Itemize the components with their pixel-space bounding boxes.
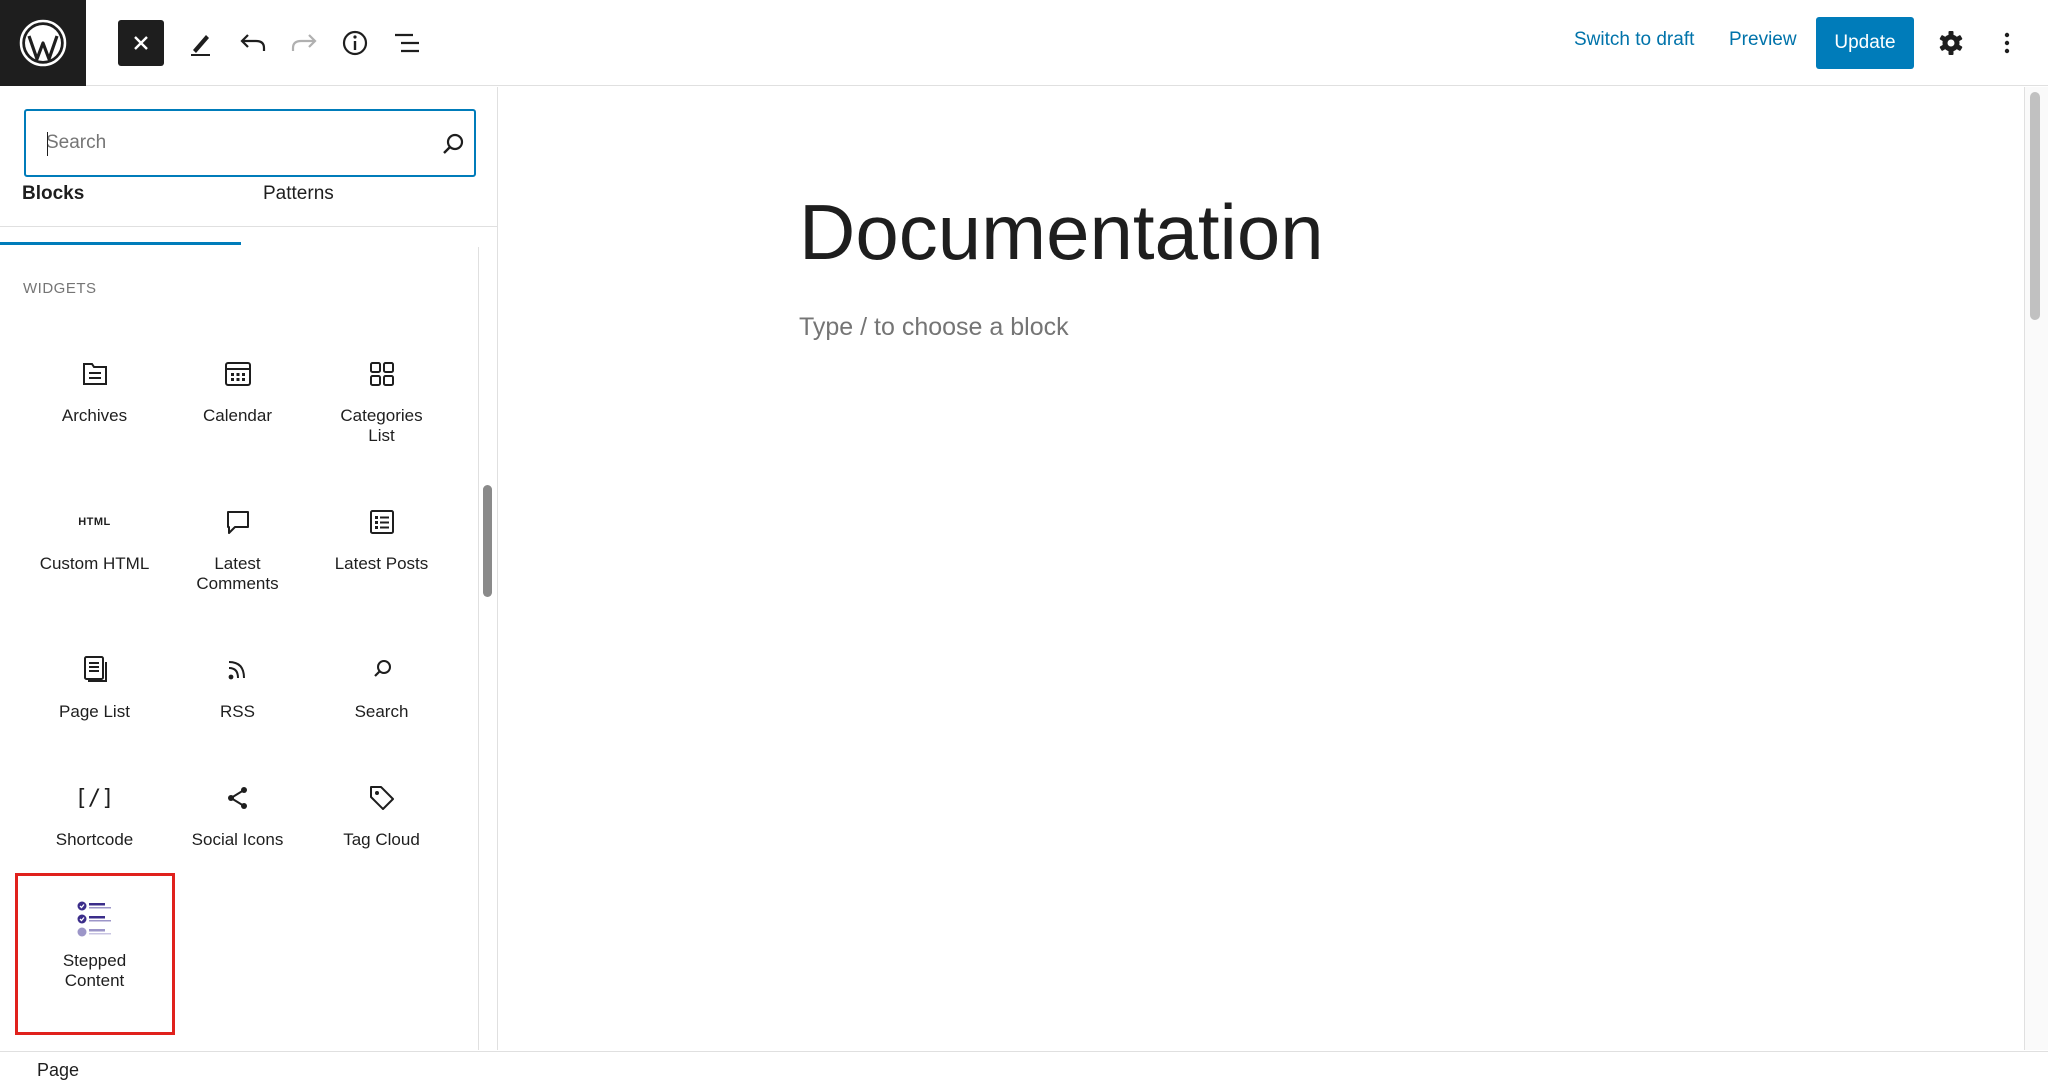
editor-canvas: Documentation Type / to choose a block <box>499 87 2023 1050</box>
gear-icon <box>1939 31 1963 55</box>
page-list-icon <box>83 656 107 682</box>
tab-patterns[interactable]: Patterns <box>263 183 334 205</box>
more-vertical-icon <box>2004 32 2010 54</box>
tools-button[interactable] <box>178 20 224 66</box>
update-button[interactable]: Update <box>1816 17 1914 69</box>
calendar-icon <box>224 362 251 386</box>
block-rss[interactable]: RSS <box>166 650 309 722</box>
breadcrumb-page[interactable]: Page <box>37 1060 79 1081</box>
list-view-icon <box>395 33 419 53</box>
search-icon <box>373 660 391 677</box>
block-label: Latest Comments <box>196 554 279 593</box>
inserter-tabs: Blocks Patterns <box>0 87 497 245</box>
block-categories-list[interactable]: Categories List <box>310 354 453 446</box>
post-list-icon <box>369 510 394 534</box>
details-button[interactable] <box>332 20 378 66</box>
block-tag-cloud[interactable]: Tag Cloud <box>310 778 453 850</box>
html-icon: HTML <box>78 516 111 528</box>
close-inserter-button[interactable] <box>118 20 164 66</box>
block-label: Social Icons <box>191 830 284 849</box>
inserter-scrollbar-thumb[interactable] <box>483 485 492 597</box>
block-label: Search <box>354 702 409 721</box>
block-calendar[interactable]: Calendar <box>166 354 309 426</box>
undo-button[interactable] <box>230 20 276 66</box>
block-custom-html[interactable]: HTML Custom HTML <box>23 502 166 574</box>
stepped-content-icon <box>77 901 111 937</box>
preview-button[interactable]: Preview <box>1729 29 1797 51</box>
switch-to-draft-button[interactable]: Switch to draft <box>1574 29 1694 51</box>
category-heading: WIDGETS <box>23 280 97 297</box>
wordpress-icon <box>19 19 67 67</box>
block-page-list[interactable]: Page List <box>23 650 166 722</box>
redo-button[interactable] <box>281 20 327 66</box>
block-label: Archives <box>61 406 128 425</box>
archive-icon <box>82 363 107 385</box>
info-icon <box>342 30 368 56</box>
block-label: Page List <box>59 702 130 721</box>
categories-icon <box>369 362 394 386</box>
active-tab-indicator <box>0 242 241 245</box>
tab-blocks[interactable]: Blocks <box>22 183 84 205</box>
block-inserter-panel: Blocks Patterns WIDGETS Archives Calenda… <box>0 87 498 1050</box>
block-appender-placeholder[interactable]: Type / to choose a block <box>799 313 1069 342</box>
block-latest-comments[interactable]: Latest Comments <box>166 502 309 594</box>
editor-header: Switch to draft Preview Update <box>0 0 2048 86</box>
wordpress-logo[interactable] <box>0 0 86 86</box>
settings-button[interactable] <box>1928 20 1974 66</box>
editor-scrollbar-thumb[interactable] <box>2030 92 2040 320</box>
block-latest-posts[interactable]: Latest Posts <box>310 502 453 574</box>
block-label: Calendar <box>203 406 272 425</box>
block-search[interactable]: Search <box>310 650 453 722</box>
inserter-scrollbar-track[interactable] <box>478 247 497 1050</box>
block-stepped-content[interactable]: Stepped Content <box>23 899 166 991</box>
redo-icon <box>291 34 317 51</box>
rss-icon <box>228 661 245 680</box>
block-label: Shortcode <box>55 830 134 849</box>
comment-icon <box>226 511 249 534</box>
block-label: Categories List <box>340 406 423 445</box>
block-label: Latest Posts <box>334 554 429 573</box>
undo-icon <box>240 34 266 51</box>
options-button[interactable] <box>1984 20 2030 66</box>
block-label: Tag Cloud <box>343 830 420 849</box>
block-label: Custom HTML <box>39 554 150 573</box>
block-breadcrumb-bar: Page <box>0 1051 2048 1087</box>
block-archives[interactable]: Archives <box>23 354 166 426</box>
post-title[interactable]: Documentation <box>799 187 1324 278</box>
share-icon <box>227 787 247 809</box>
block-social-icons[interactable]: Social Icons <box>166 778 309 850</box>
list-view-button[interactable] <box>384 20 430 66</box>
block-shortcode[interactable]: [/] Shortcode <box>23 778 166 850</box>
tag-icon <box>369 786 394 810</box>
block-label: Stepped Content <box>62 951 127 990</box>
pencil-icon <box>191 35 210 56</box>
close-icon <box>134 36 148 50</box>
block-label: RSS <box>220 702 255 721</box>
shortcode-icon: [/] <box>74 785 115 811</box>
